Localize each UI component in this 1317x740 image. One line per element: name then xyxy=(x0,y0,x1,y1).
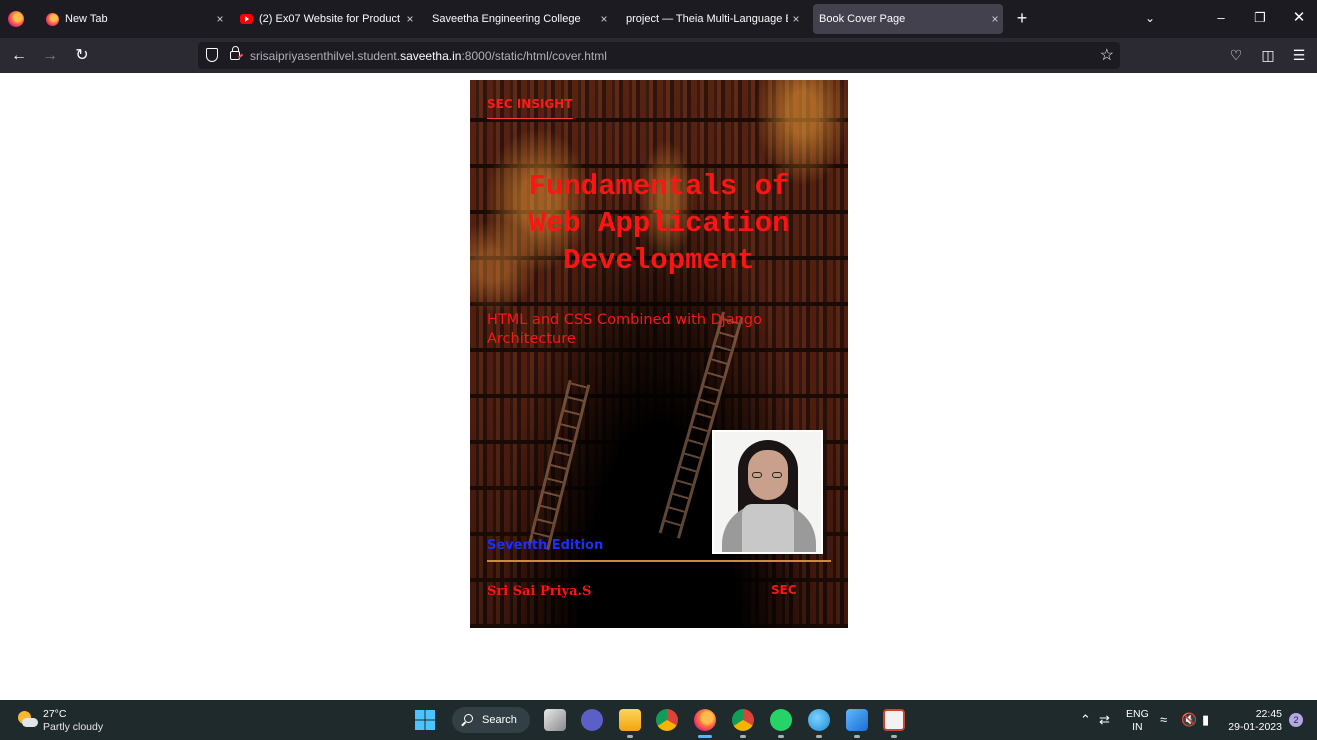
clock-date: 29-01-2023 xyxy=(1228,721,1282,733)
search-icon xyxy=(464,714,473,723)
extensions-puzzle-icon[interactable]: ◫ xyxy=(1258,45,1278,65)
cover-brand: SEC INSIGHT xyxy=(487,97,573,111)
clock[interactable]: 22:45 29-01-2023 xyxy=(1228,708,1282,734)
forward-arrow-icon[interactable]: → xyxy=(38,44,62,68)
cover-publisher: SEC xyxy=(771,583,797,597)
taskbar-search-box[interactable]: Search xyxy=(452,707,530,733)
partly-cloudy-weather-icon[interactable] xyxy=(16,709,38,731)
close-tab-icon[interactable]: × xyxy=(788,12,804,26)
close-tab-icon[interactable]: × xyxy=(212,12,228,26)
tab-title: (2) Ex07 Website for Product De xyxy=(259,13,402,25)
close-tab-icon[interactable]: × xyxy=(596,12,612,26)
library-ladder-decoration xyxy=(527,379,591,551)
tab-saveetha[interactable]: Saveetha Engineering College × xyxy=(426,4,612,34)
bookmark-star-icon[interactable]: ☆ xyxy=(1100,45,1114,65)
windows-start-icon[interactable] xyxy=(414,709,436,731)
firefox-icon xyxy=(46,12,59,26)
title-line: Development xyxy=(563,244,755,277)
cover-subtitle: HTML and CSS Combined with Django Archit… xyxy=(487,312,762,347)
brand-underline xyxy=(487,118,573,119)
back-arrow-icon[interactable]: ← xyxy=(7,44,31,68)
tab-youtube[interactable]: (2) Ex07 Website for Product De × xyxy=(234,4,418,34)
restore-icon[interactable]: ❐ xyxy=(1247,6,1273,30)
battery-icon[interactable]: ▮ xyxy=(1202,712,1209,728)
title-line: Web Application xyxy=(528,207,790,240)
tab-title: project — Theia Multi-Language Ex xyxy=(626,13,788,25)
weather-description[interactable]: Partly cloudy xyxy=(43,721,103,733)
pocket-icon[interactable]: ♡ xyxy=(1226,45,1246,65)
insecure-lock-icon[interactable] xyxy=(230,46,240,60)
firefox-menu-icon[interactable] xyxy=(8,11,24,27)
volume-muted-icon[interactable]: 🔇 xyxy=(1181,712,1197,728)
cover-title: Fundamentals of Web Application Developm… xyxy=(470,168,848,279)
youtube-icon xyxy=(240,14,253,24)
notification-count-badge[interactable]: 2 xyxy=(1289,713,1303,727)
title-line: Fundamentals of xyxy=(528,170,790,203)
cover-author: Sri Sai Priya.S xyxy=(487,584,592,599)
hamburger-menu-icon[interactable]: ☰ xyxy=(1289,45,1309,65)
author-photo xyxy=(712,430,823,554)
browser-tab-strip: New Tab × (2) Ex07 Website for Product D… xyxy=(0,0,1317,38)
new-tab-button[interactable]: + xyxy=(1012,8,1032,28)
minimize-icon[interactable]: – xyxy=(1208,6,1234,30)
cover-divider xyxy=(487,560,831,562)
tab-book-cover-page[interactable]: Book Cover Page × xyxy=(813,4,1003,34)
chrome-icon[interactable] xyxy=(656,709,678,731)
weather-temperature[interactable]: 27°C xyxy=(43,708,66,720)
region-code: IN xyxy=(1132,721,1143,733)
url-text[interactable]: srisaipriyasenthilvel.student.saveetha.i… xyxy=(250,49,607,63)
whatsapp-icon[interactable] xyxy=(770,709,792,731)
tab-title: Book Cover Page xyxy=(819,13,906,25)
wifi-icon[interactable]: ≈ xyxy=(1160,712,1167,727)
address-bar[interactable]: srisaipriyasenthilvel.student.saveetha.i… xyxy=(198,42,1120,69)
language-code: ENG xyxy=(1126,708,1149,720)
tab-title: Saveetha Engineering College xyxy=(432,13,581,25)
windows-taskbar: 27°C Partly cloudy Search ⌃ ⇄ ENG IN ≈ 🔇… xyxy=(0,700,1317,740)
sync-icon[interactable]: ⇄ xyxy=(1099,712,1110,728)
task-view-icon[interactable] xyxy=(544,709,566,731)
tab-theia-project[interactable]: project — Theia Multi-Language Ex × xyxy=(620,4,804,34)
cover-edition: Seventh Edition xyxy=(487,538,604,553)
edge-globe-icon[interactable] xyxy=(808,709,830,731)
reload-icon[interactable]: ↻ xyxy=(70,44,94,68)
tracking-protection-shield-icon[interactable] xyxy=(206,48,218,62)
firefox-taskbar-icon[interactable] xyxy=(694,709,716,731)
chrome-profile-icon[interactable] xyxy=(732,709,754,731)
input-language-indicator[interactable]: ENG IN xyxy=(1126,708,1149,734)
book-cover: SEC INSIGHT Fundamentals of Web Applicat… xyxy=(470,80,848,628)
file-explorer-icon[interactable] xyxy=(619,709,641,731)
teams-chat-icon[interactable] xyxy=(581,709,603,731)
url-prefix: srisaipriyasenthilvel.student. xyxy=(250,49,401,63)
list-all-tabs-chevron-icon[interactable]: ⌄ xyxy=(1140,8,1160,28)
close-window-icon[interactable]: ✕ xyxy=(1286,6,1312,30)
url-suffix: :8000/static/html/cover.html xyxy=(461,49,607,63)
tab-new-tab[interactable]: New Tab × xyxy=(40,4,228,34)
close-tab-icon[interactable]: × xyxy=(402,12,418,26)
show-hidden-icons-chevron-icon[interactable]: ⌃ xyxy=(1080,712,1091,728)
close-tab-icon[interactable]: × xyxy=(987,12,1003,26)
browser-navigation-bar: ← → ↻ srisaipriyasenthilvel.student.save… xyxy=(0,38,1317,73)
clock-time: 22:45 xyxy=(1255,708,1282,720)
photos-icon[interactable] xyxy=(846,709,868,731)
snipping-tool-icon[interactable] xyxy=(883,709,905,731)
search-label: Search xyxy=(482,714,517,726)
tab-title: New Tab xyxy=(65,13,108,25)
url-domain: saveetha.in xyxy=(400,49,462,63)
